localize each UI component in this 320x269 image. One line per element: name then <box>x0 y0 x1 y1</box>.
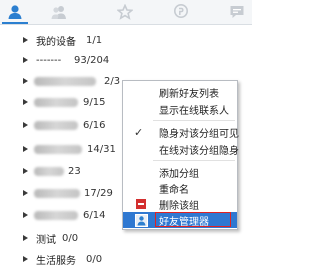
group-label-blurred <box>34 188 80 198</box>
expand-arrow-icon[interactable] <box>23 168 28 174</box>
group-label-blurred <box>34 144 82 154</box>
menu-item-label: 在线对该分组隐身 <box>159 145 239 157</box>
group-label: ------- <box>36 54 62 66</box>
expand-arrow-icon[interactable] <box>23 190 28 196</box>
group-count: 6/14 <box>83 209 106 221</box>
expand-arrow-icon[interactable] <box>23 78 28 84</box>
group-row[interactable]: 测试 0/0 <box>0 228 252 248</box>
tab-bar <box>0 0 252 25</box>
group-label-blurred <box>34 76 96 86</box>
menu-separator <box>153 160 235 161</box>
menu-item-delete-group[interactable]: 删除该组 <box>123 196 237 212</box>
expand-arrow-icon[interactable] <box>23 57 28 63</box>
group-count: 14/31 <box>87 143 116 155</box>
group-count: 23 <box>68 165 81 177</box>
menu-item-friend-manager[interactable]: 好友管理器 <box>123 212 237 228</box>
group-label: 生活服务 <box>36 255 76 267</box>
menu-item-label: 隐身对该分组可见 <box>159 128 239 140</box>
location-pin-icon <box>174 4 188 18</box>
menu-item-invisible-visible-to-group[interactable]: ✓ 隐身对该分组可见 <box>123 124 239 140</box>
tab-discover[interactable] <box>170 2 192 22</box>
group-label-blurred <box>34 120 78 130</box>
tab-groups[interactable] <box>48 2 70 22</box>
menu-item-label: 刷新好友列表 <box>159 88 219 100</box>
group-row[interactable]: 我的设备 1/1 <box>0 30 252 50</box>
expand-arrow-icon[interactable] <box>23 235 28 241</box>
highlight-outline <box>155 212 231 227</box>
expand-arrow-icon[interactable] <box>23 122 28 128</box>
group-label: 测试 <box>36 234 56 246</box>
group-label-blurred <box>34 166 64 176</box>
delete-group-icon <box>136 199 146 209</box>
tab-messages[interactable] <box>226 2 248 22</box>
contacts-icon <box>8 5 22 19</box>
tab-favorites[interactable] <box>114 2 136 22</box>
group-label-blurred <box>34 97 78 107</box>
expand-arrow-icon[interactable] <box>23 212 28 218</box>
menu-item-add-group[interactable]: 添加分组 <box>123 164 237 180</box>
expand-arrow-icon[interactable] <box>23 256 28 262</box>
group-icon <box>51 6 66 19</box>
expand-arrow-icon[interactable] <box>23 146 28 152</box>
menu-item-label: 添加分组 <box>159 168 199 180</box>
group-count: 6/16 <box>83 119 106 131</box>
menu-item-refresh-friends[interactable]: 刷新好友列表 <box>123 84 237 100</box>
checkmark-icon: ✓ <box>134 125 144 139</box>
group-label: 我的设备 <box>36 36 76 48</box>
context-menu: 刷新好友列表 显示在线联系人 ✓ 隐身对该分组可见 在线对该分组隐身 添加分组 … <box>122 80 239 230</box>
group-count: 9/15 <box>83 96 106 108</box>
group-label-blurred <box>34 210 78 220</box>
group-count: 0/0 <box>86 253 103 265</box>
friend-manager-icon <box>135 213 148 227</box>
group-row[interactable]: 生活服务 0/0 <box>0 249 252 269</box>
tab-contacts[interactable] <box>4 2 26 22</box>
group-count: 1/1 <box>86 34 103 46</box>
group-count: 0/0 <box>62 232 79 244</box>
menu-item-label: 显示在线联系人 <box>159 105 229 117</box>
menu-item-rename[interactable]: 重命名 <box>123 180 237 196</box>
menu-separator <box>153 120 235 121</box>
menu-item-show-online[interactable]: 显示在线联系人 <box>123 101 237 117</box>
menu-item-online-hidden-from-group[interactable]: 在线对该分组隐身 <box>123 141 239 157</box>
message-bubble-icon <box>230 6 244 18</box>
menu-item-label: 删除该组 <box>159 200 199 212</box>
expand-arrow-icon[interactable] <box>23 99 28 105</box>
group-row[interactable]: ------- 93/204 <box>0 50 252 70</box>
favorites-star-icon <box>117 4 133 20</box>
active-tab-indicator <box>2 22 28 24</box>
group-count: 17/29 <box>84 187 113 199</box>
menu-item-label: 重命名 <box>159 184 189 196</box>
group-count: 2/3 <box>104 75 121 87</box>
expand-arrow-icon[interactable] <box>23 37 28 43</box>
group-count: 93/204 <box>74 54 110 66</box>
